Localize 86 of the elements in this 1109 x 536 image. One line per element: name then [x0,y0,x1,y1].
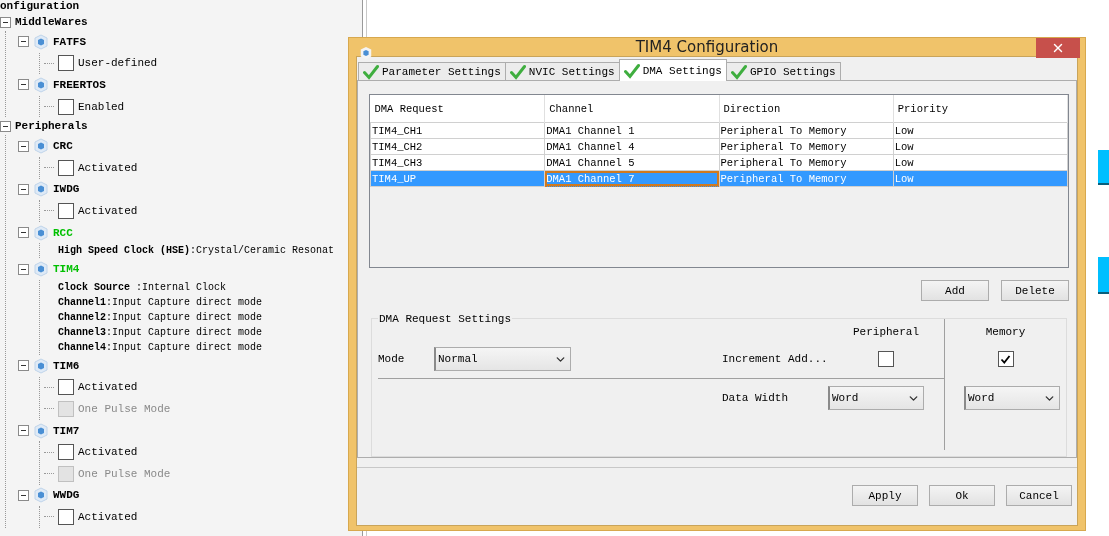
dialog-button[interactable]: Ok [929,485,995,506]
setting-text: Channel1:Input Capture direct mode [58,296,263,308]
table-cell[interactable]: Low [893,122,1068,139]
collapse-toggle[interactable] [18,79,29,91]
column-header: Channel [544,95,719,123]
peripheral-label[interactable]: TIM7 [53,424,80,437]
collapse-toggle[interactable] [18,360,29,372]
dialog-button[interactable]: Cancel [1006,485,1072,506]
checkbox[interactable] [58,508,74,525]
dialog-title: TIM4 Configuration [634,38,780,56]
cube-icon [33,138,49,155]
data-width-label: Data Width [722,392,788,404]
collapse-toggle[interactable] [18,425,29,436]
table-cell[interactable]: DMA1 Channel 1 [544,122,719,139]
cube-icon [33,261,49,278]
checkbox-label: Activated [78,381,138,394]
checkbox[interactable] [58,444,74,461]
table-cell[interactable]: TIM4_CH1 [370,122,545,139]
cube-icon [33,422,49,439]
collapse-toggle[interactable] [18,263,29,275]
table-cell[interactable]: Peripheral To Memory [719,122,894,139]
check-icon [509,63,526,80]
column-header: Priority [893,95,1068,123]
checkbox[interactable] [997,351,1014,367]
cube-icon [33,33,49,50]
check-icon [363,63,379,80]
checkbox-label: One Pulse Mode [78,467,171,480]
collapse-toggle[interactable] [18,227,29,239]
cube-icon [33,487,49,504]
check-icon [623,62,640,79]
checkbox[interactable] [878,351,894,367]
column-header: Direction [719,95,894,123]
table-button[interactable]: Add [921,280,989,301]
tab[interactable]: NVIC Settings [504,62,620,81]
increment-label: Increment Add... [722,353,828,365]
peripheral-label[interactable]: TIM6 [53,359,80,372]
peripheral-label[interactable]: FREERTOS [53,79,106,91]
collapse-toggle[interactable] [18,183,29,195]
peripheral-label[interactable]: IWDG [53,183,80,196]
mode-label: Mode [378,353,405,365]
peripheral-label[interactable]: FATFS [53,35,86,48]
cube-icon [33,224,49,241]
tab[interactable]: Parameter Settings [358,62,506,81]
cube-icon [33,357,49,374]
checkbox-label: Activated [78,161,138,174]
tab[interactable]: DMA Settings [618,59,727,81]
tree-title: onfiguration [0,0,81,13]
peripheral-label[interactable]: WWDG [53,489,80,502]
tab[interactable]: GPIO Settings [725,62,841,81]
column-heading: Peripheral [853,326,919,338]
setting-text: Channel4:Input Capture direct mode [58,341,263,353]
checkbox[interactable] [58,159,74,176]
checkbox-label: Activated [78,446,138,459]
cube-icon [33,77,49,93]
checkbox[interactable] [58,379,74,396]
checkbox[interactable] [58,55,74,72]
checkbox-label: Activated [78,510,138,523]
checkbox-label: One Pulse Mode [78,402,171,415]
peripheral-label[interactable]: CRC [53,140,73,153]
checkbox-label: Activated [78,204,138,217]
table-button[interactable]: Delete [1001,280,1069,301]
column-heading: Memory [985,326,1026,338]
tree-group-label[interactable]: MiddleWares [15,16,88,28]
group-title: DMA Request Settings [378,313,513,325]
collapse-toggle[interactable] [18,489,29,501]
setting-text: Channel3:Input Capture direct mode [58,326,263,338]
dropdown[interactable]: Word [828,386,924,410]
collapse-toggle[interactable] [0,16,11,28]
dialog-button[interactable]: Apply [852,485,918,506]
check-icon [730,63,747,80]
dropdown[interactable]: Normal [434,347,571,371]
checkbox-label: Enabled [78,100,125,113]
collapse-toggle[interactable] [18,140,29,152]
cube-icon [33,181,49,198]
checkbox[interactable] [58,98,74,115]
collapse-toggle[interactable] [18,36,29,48]
column-header: DMA Request [370,95,545,123]
checkbox[interactable] [58,202,74,219]
collapse-toggle[interactable] [0,120,11,132]
setting-text: Channel2:Input Capture direct mode [58,311,263,323]
setting-text: Clock Source :Internal Clock [58,281,227,293]
tree-group-label[interactable]: Peripherals [15,120,88,133]
setting-text: High Speed Clock (HSE):Crystal/Ceramic Resonat [58,245,335,257]
dropdown[interactable]: Word [964,386,1060,410]
close-icon [1051,41,1065,55]
checkbox-label: User-defined [78,57,158,70]
